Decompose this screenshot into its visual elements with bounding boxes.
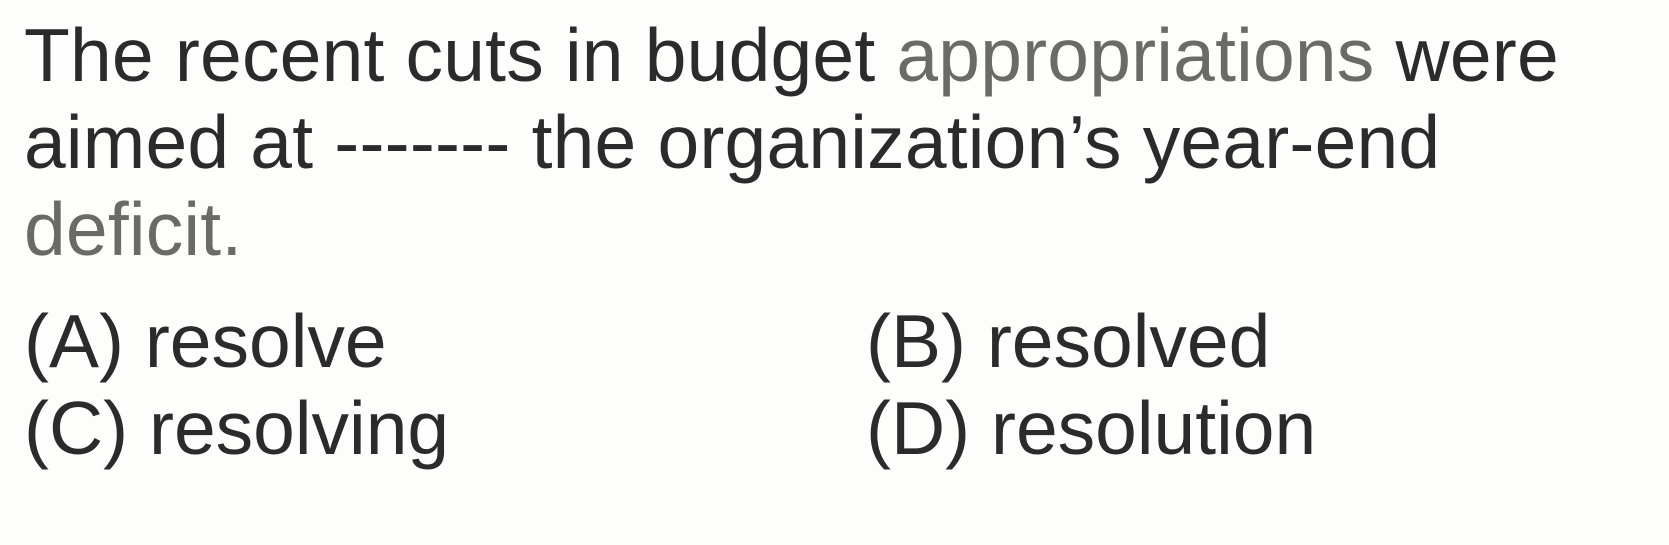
question-text: The recent cuts in budget appropriations… <box>24 12 1644 273</box>
option-d-letter: (D) <box>866 386 971 470</box>
question-line-1: The recent cuts in budget appropriations… <box>24 12 1644 99</box>
option-b[interactable]: (B) resolved <box>866 298 1270 385</box>
option-c[interactable]: (C) resolving <box>24 385 866 472</box>
option-a-text: resolve <box>144 299 387 383</box>
question-line-1-part-c: were <box>1374 13 1559 97</box>
options-row-1: (A) resolve (B) resolved <box>24 298 1644 385</box>
option-d-text: resolution <box>990 386 1317 470</box>
option-b-text: resolved <box>986 299 1271 383</box>
option-d[interactable]: (D) resolution <box>866 385 1316 472</box>
option-b-letter: (B) <box>866 299 966 383</box>
option-c-text: resolving <box>148 386 450 470</box>
question-line-3: deficit. <box>24 187 243 271</box>
question-line-1-part-a: The recent cuts in budget <box>24 13 897 97</box>
option-c-letter: (C) <box>24 386 129 470</box>
question-line-1-part-b: appropriations <box>896 13 1375 97</box>
question-line-2: aimed at ------- the organization’s year… <box>24 100 1441 184</box>
option-a[interactable]: (A) resolve <box>24 298 866 385</box>
options-row-2: (C) resolving (D) resolution <box>24 385 1644 472</box>
answer-options: (A) resolve (B) resolved (C) resolving (… <box>24 298 1644 472</box>
option-a-letter: (A) <box>24 299 124 383</box>
